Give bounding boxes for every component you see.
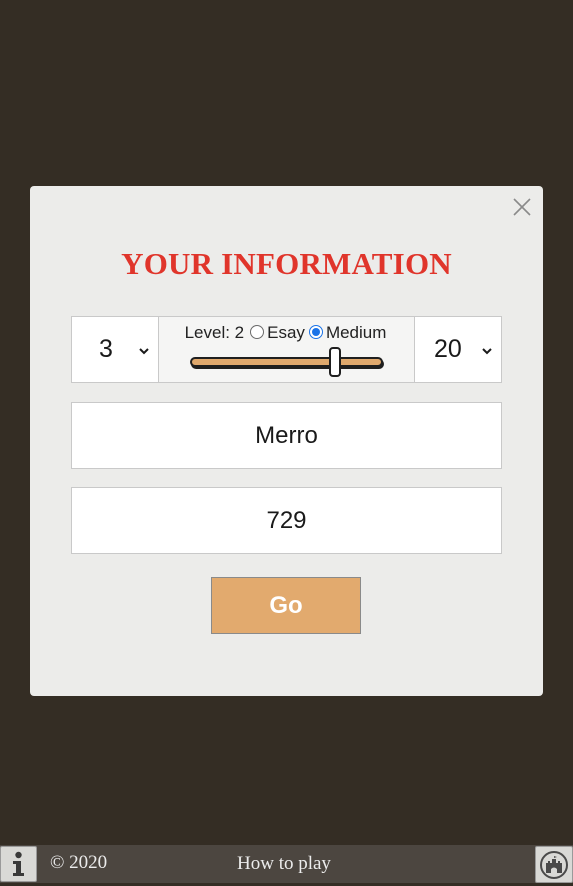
close-icon	[513, 198, 531, 216]
radio-medium[interactable]	[308, 325, 323, 339]
level-slider[interactable]	[190, 347, 383, 377]
how-to-play-link[interactable]: How to play	[237, 853, 331, 875]
castle-icon	[540, 851, 568, 879]
radio-easy[interactable]	[250, 325, 265, 339]
modal-title: YOUR INFORMATION	[121, 246, 452, 281]
info-button[interactable]	[0, 846, 37, 882]
level-panel: Level: 2 Esay Medium	[159, 316, 414, 383]
right-select-value: 20	[434, 335, 462, 363]
slider-track	[190, 357, 383, 367]
castle-button[interactable]	[535, 846, 573, 883]
number-input[interactable]: 729	[71, 487, 502, 554]
settings-row: 3 Level: 2 Esay Medium 20	[71, 316, 502, 383]
radio-medium-label: Medium	[325, 323, 387, 342]
level-line: Level: 2 Esay Medium	[159, 323, 414, 343]
radio-easy-label: Esay	[267, 323, 305, 342]
name-input[interactable]: Merro	[71, 402, 502, 469]
chevron-down-icon	[482, 348, 492, 355]
chevron-down-icon	[139, 348, 149, 355]
information-modal: YOUR INFORMATION 3 Level: 2 Esay Medium …	[30, 186, 543, 696]
left-number-select[interactable]: 3	[71, 316, 159, 383]
left-select-value: 3	[99, 335, 113, 363]
copyright-text: © 2020	[50, 852, 108, 873]
slider-thumb[interactable]	[329, 347, 341, 377]
right-number-select[interactable]: 20	[414, 316, 502, 383]
go-button[interactable]: Go	[211, 577, 361, 634]
level-label: Level: 2	[184, 323, 245, 342]
footer-bar: © 2020 How to play	[0, 845, 573, 883]
info-icon	[13, 851, 24, 876]
close-button[interactable]	[511, 196, 533, 218]
